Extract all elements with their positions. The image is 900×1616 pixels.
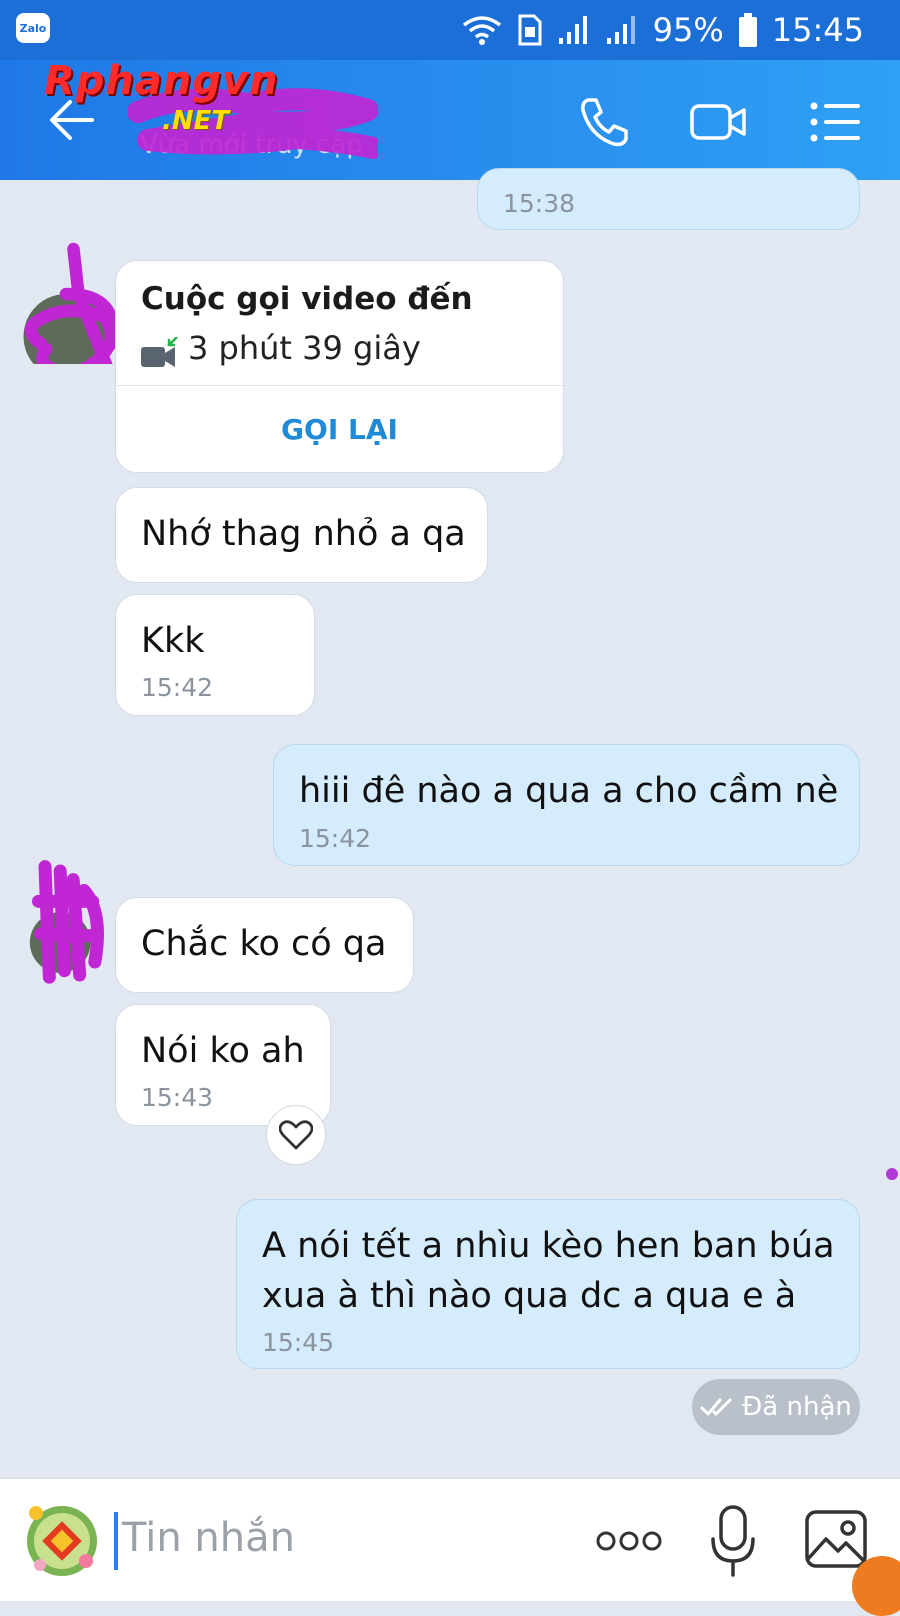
message-text: Chắc ko có qa [141,924,387,964]
watermark-text: Rphangvn [44,58,279,104]
message-bubble-incoming[interactable]: Kkk 15:42 [115,594,315,716]
clock: 15:45 [771,11,864,49]
message-bubble-incoming[interactable]: Chắc ko có qa [115,897,414,993]
message-text-line-1: A nói tết a nhìu kèo hen ban búa [262,1226,835,1266]
microphone-icon[interactable] [708,1503,758,1579]
status-indicators: 95% 15:45 [461,10,864,50]
message-text-line-2: xua à thì nào qua dc a qua e à [262,1276,797,1316]
message-text: Nói ko ah [141,1031,305,1071]
text-cursor [114,1512,118,1570]
battery-icon [738,13,757,47]
watermark-domain: .NET [162,106,230,136]
message-bubble-outgoing[interactable]: hiii đê nào a qua a cho cầm nè 15:42 [273,744,860,866]
floating-badge[interactable] [852,1556,900,1616]
wifi-icon [462,16,501,45]
drawing-dot [886,1168,898,1180]
message-time: 15:42 [141,673,214,702]
message-time: 15:38 [503,189,576,218]
zalo-app-icon: Zalo [16,13,50,43]
more-options-icon[interactable] [594,1521,664,1561]
message-text: Kkk [141,621,205,661]
signal-1-icon [558,16,587,44]
contact-avatar[interactable] [16,224,116,364]
message-time: 15:42 [299,824,372,853]
sim-icon [518,14,542,46]
chat-header: Vừa mới truy cập Rphangvn .NET [0,58,900,180]
call-title: Cuộc gọi video đến [141,281,473,317]
delivery-status: Đã nhận [692,1379,860,1435]
message-bubble-incoming[interactable]: Nhớ thag nhỏ a qa [115,487,488,583]
video-call-icon[interactable] [688,92,748,152]
message-input[interactable]: Tin nhắn [122,1515,295,1561]
call-back-button[interactable]: GỌI LẠI [116,385,563,473]
battery-percent: 95% [652,11,724,49]
signal-2-icon [606,16,635,44]
sticker-icon[interactable] [24,1503,100,1579]
double-check-icon [700,1398,732,1416]
message-bubble-outgoing[interactable]: 15:38 [477,168,860,230]
message-bubble-outgoing[interactable]: A nói tết a nhìu kèo hen ban búa xua à t… [236,1199,860,1369]
image-icon[interactable] [804,1509,868,1569]
message-time: 15:43 [141,1083,214,1112]
site-watermark: Rphangvn .NET [44,58,374,148]
message-text: hiii đê nào a qua a cho cầm nè [299,771,839,811]
phone-icon[interactable] [574,92,634,152]
delivery-status-text: Đã nhận [742,1392,852,1422]
contact-avatar[interactable] [26,858,116,988]
message-text: Nhớ thag nhỏ a qa [141,514,466,554]
message-input-bar: Tin nhắn [0,1478,900,1601]
video-call-card: Cuộc gọi video đến 3 phút 39 giây GỌI LẠ… [115,260,564,473]
menu-icon[interactable] [806,92,866,152]
heart-icon [279,1120,313,1150]
status-bar: Zalo 95% 15:45 [0,0,900,60]
message-time: 15:45 [262,1328,335,1357]
react-heart-button[interactable] [266,1105,326,1165]
call-duration: 3 phút 39 giây [188,329,421,367]
incoming-video-icon [141,337,178,367]
